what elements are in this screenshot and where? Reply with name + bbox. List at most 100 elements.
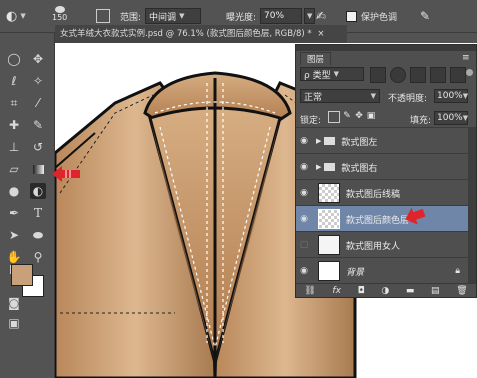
pressure-size-button[interactable]: ✎	[420, 8, 430, 24]
crop-icon: ⌗	[10, 95, 18, 110]
airbrush-button[interactable]: ✍	[316, 8, 326, 24]
folder-icon[interactable]: ▬	[406, 286, 415, 296]
brush-panel-button[interactable]	[96, 8, 110, 24]
type-filter-icon[interactable]	[410, 67, 426, 83]
opacity-label: 不透明度:	[388, 94, 428, 104]
history-brush-tool[interactable]: ↺	[30, 139, 46, 155]
brush-size-picker[interactable]: 150	[52, 6, 67, 22]
lock-buttons: ✎ ✥ ▣	[328, 111, 376, 123]
blend-mode-select[interactable]: 正常 ▼	[300, 89, 380, 103]
exposure-label: 曝光度:	[226, 12, 257, 23]
red-arrow-icon	[52, 166, 80, 182]
layers-tab[interactable]: 图层	[300, 52, 332, 65]
range-select[interactable]: 中间调 ▼	[145, 8, 202, 24]
lock-paint-icon[interactable]: ✎	[342, 111, 352, 123]
gradient-icon	[32, 164, 44, 174]
gradient-tool[interactable]	[30, 161, 46, 177]
exposure-input[interactable]: 70%	[260, 8, 303, 24]
zoom-tool[interactable]: ⚲	[30, 249, 46, 265]
type-tool[interactable]: T	[30, 205, 46, 221]
eye-icon[interactable]: ◉	[296, 136, 312, 146]
brush-panel-icon	[96, 9, 110, 23]
panel-menu-icon[interactable]: ≡	[462, 53, 470, 63]
close-icon[interactable]: ×	[317, 29, 324, 39]
trash-icon[interactable]: 🗑︎	[456, 286, 467, 296]
lasso-tool[interactable]: ℓ	[6, 73, 22, 89]
link-icon[interactable]: ⛓	[304, 286, 315, 296]
chevron-right-icon[interactable]: ▶	[316, 163, 321, 171]
checkbox-icon	[346, 10, 357, 22]
document-tab[interactable]: 女式羊绒大衣款式实例.psd @ 76.1% (款式图后颜色层, RGB/8) …	[55, 25, 347, 43]
layers-footer: ⛓ fx ◘ ◑ ▬ ▤ 🗑︎	[296, 283, 476, 298]
folder-icon	[324, 163, 336, 171]
eye-icon[interactable]: ◉	[296, 266, 312, 276]
eye-icon[interactable]: ◉	[296, 214, 312, 224]
lock-move-icon[interactable]: ✥	[354, 111, 364, 123]
layer-filter-select[interactable]: ρ 类型 ▼	[300, 67, 364, 81]
lock-label: 锁定:	[300, 116, 322, 126]
hand-tool[interactable]: ✋	[6, 249, 22, 265]
fx-icon[interactable]: fx	[332, 286, 341, 296]
eye-off-icon[interactable]: ▢	[296, 240, 312, 250]
eyedropper-tool[interactable]: ⁄	[30, 95, 46, 111]
panel-drag-bar[interactable]	[296, 45, 476, 51]
layers-scrollbar[interactable]	[468, 127, 476, 283]
lock-transparent-icon[interactable]	[328, 111, 340, 123]
tools-panel: ◯ ✥ ℓ ✧ ⌗ ⁄ ✚ ✎ ⊥ ↺ ▱ ● ◐ ✒ T ➤ ⬬ ✋ ⚲ ◙ …	[0, 33, 55, 378]
foreground-color-swatch[interactable]	[11, 264, 33, 286]
layer-row[interactable]: ▢ 款式图用女人	[296, 231, 468, 258]
stamp-icon: ⊥	[8, 140, 20, 154]
fill-input[interactable]: 100% ▼	[434, 111, 468, 125]
brush-tool[interactable]: ✎	[30, 117, 46, 133]
path-selection-tool[interactable]: ➤	[6, 227, 22, 243]
layer-row[interactable]: ◉ ▶ 款式图左	[296, 127, 468, 154]
layer-row[interactable]: ◉ 背景 🔒︎	[296, 257, 468, 284]
lock-all-icon[interactable]: ▣	[366, 111, 376, 123]
protect-tones-checkbox[interactable]: 保护色调	[346, 8, 397, 24]
screen-mode-button[interactable]: ▣	[6, 315, 22, 331]
marquee-tool[interactable]: ◯	[6, 51, 22, 67]
adjustment-filter-icon[interactable]	[390, 67, 406, 83]
pixel-filter-icon[interactable]	[370, 67, 386, 83]
layer-thumbnail	[318, 235, 340, 255]
chevron-down-icon: ▼	[462, 114, 469, 122]
shape-tool[interactable]: ⬬	[30, 227, 46, 243]
layer-name: 款式图后线稿	[346, 189, 401, 200]
chevron-down-icon: ▼	[333, 70, 339, 78]
eye-icon[interactable]: ◉	[296, 162, 312, 172]
clone-stamp-tool[interactable]: ⊥	[6, 139, 22, 155]
smart-object-filter-icon[interactable]	[450, 67, 466, 83]
mask-icon[interactable]: ◘	[358, 286, 365, 296]
pen-tool[interactable]: ✒	[6, 205, 22, 221]
layer-row[interactable]: ◉ ▶ 款式图右	[296, 153, 468, 180]
layer-row-selected[interactable]: ◉ 款式图后颜色层	[296, 205, 468, 232]
exposure-slider-button[interactable]: ▼	[304, 8, 316, 24]
quick-mask-button[interactable]: ◙	[6, 295, 22, 311]
quick-selection-tool[interactable]: ✧	[30, 73, 46, 89]
healing-brush-tool[interactable]: ✚	[6, 117, 22, 133]
lasso-icon: ℓ	[11, 74, 17, 88]
blur-tool[interactable]: ●	[6, 183, 22, 199]
type-icon: T	[33, 206, 42, 220]
dodge-tool[interactable]: ◐	[30, 183, 46, 199]
crop-tool[interactable]: ⌗	[6, 95, 22, 111]
opacity-input[interactable]: 100% ▼	[434, 89, 468, 103]
eraser-tool[interactable]: ▱	[6, 161, 22, 177]
dodge-tool-icon: ◐	[6, 8, 18, 24]
pressure-icon: ✎	[420, 9, 431, 23]
chevron-right-icon[interactable]: ▶	[316, 137, 321, 145]
eyedropper-icon: ⁄	[36, 96, 39, 110]
chevron-down-icon: ▼	[370, 92, 376, 100]
dodge-tool-preset[interactable]: ◐ ▼	[6, 8, 26, 24]
chevron-down-icon: ▼	[179, 12, 185, 20]
range-label: 范围:	[120, 12, 142, 23]
move-tool[interactable]: ✥	[30, 51, 46, 67]
shape-filter-icon[interactable]	[430, 67, 446, 83]
new-layer-icon[interactable]: ▤	[431, 286, 440, 296]
adjustment-icon[interactable]: ◑	[381, 286, 389, 296]
layer-row[interactable]: ◉ 款式图后线稿	[296, 179, 468, 206]
filter-toggle[interactable]	[466, 69, 473, 76]
eye-icon[interactable]: ◉	[296, 188, 312, 198]
dodge-icon: ◐	[32, 184, 44, 198]
